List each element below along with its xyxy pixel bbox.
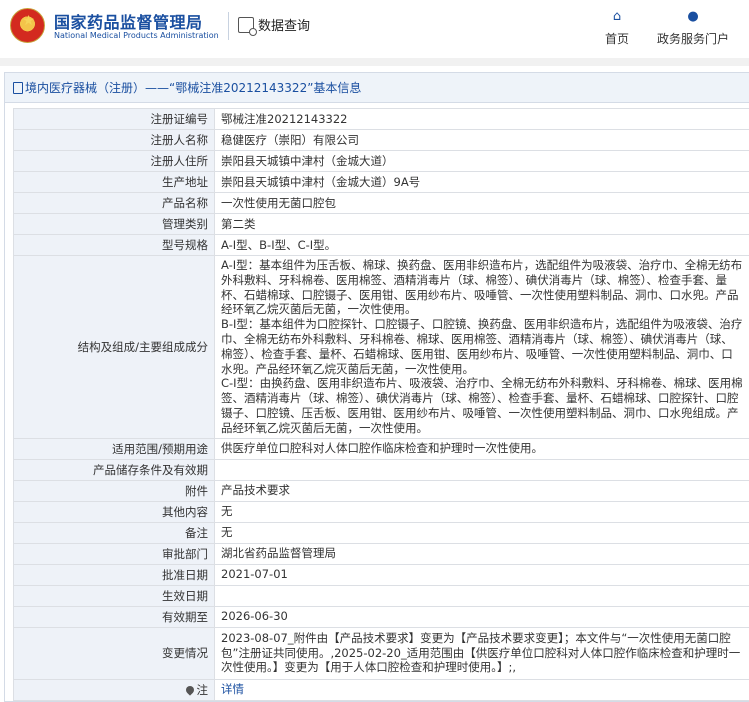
user-icon: ● [687, 9, 699, 24]
row-label: 产品名称 [13, 192, 215, 214]
table-row: 型号规格 A-Ⅰ型、B-Ⅰ型、C-Ⅰ型。 [13, 234, 749, 256]
table-row: 备注无 [13, 521, 749, 544]
note-label-cell: 注 [13, 678, 215, 701]
panel-title-text: 境内医疗器械（注册）——“鄂械注准20212143322”基本信息 [25, 81, 362, 95]
row-value: 2021-07-01 [214, 563, 749, 586]
row-label: 变更情况 [13, 626, 215, 680]
row-value: A-Ⅰ型、B-Ⅰ型、C-Ⅰ型。 [214, 234, 749, 256]
row-label: 批准日期 [13, 563, 215, 586]
row-label: 生效日期 [13, 584, 215, 607]
detail-panel: 境内医疗器械（注册）——“鄂械注准20212143322”基本信息 注册证编号鄂… [4, 72, 749, 702]
table-row: 适用范围/预期用途 供医疗单位口腔科对人体口腔作临床检查和护理时一次性使用。 [13, 437, 749, 460]
row-value: 产品技术要求 [214, 479, 749, 502]
site-header: ★ 国家药品监督管理局 National Medical Products Ad… [0, 0, 749, 58]
row-label: 管理类别 [13, 213, 215, 235]
data-query-title: 数据查询 [238, 15, 311, 36]
row-label: 结构及组成/主要组成成分 [13, 255, 215, 439]
national-emblem-icon: ★ [10, 8, 45, 43]
row-label: 附件 [13, 479, 215, 502]
table-row: 其他内容无 [13, 500, 749, 523]
table-row: 生效日期 [13, 584, 749, 607]
table-row: 有效期至 2026-06-30 [13, 605, 749, 628]
table-row: 注册人住所 崇阳县天城镇中津村（金城大道） [13, 150, 749, 172]
row-label: 生产地址 [13, 171, 215, 193]
row-value [214, 458, 749, 481]
table-row: 结构及组成/主要组成成分 A-Ⅰ型：基本组件为压舌板、棉球、换药盘、医用非织造布片… [13, 255, 749, 439]
row-value: 无 [214, 521, 749, 544]
row-value: 稳健医疗（崇阳）有限公司 [214, 129, 749, 151]
row-value: 湖北省药品监督管理局 [214, 542, 749, 565]
table-row: 管理类别 第二类 [13, 213, 749, 235]
table-row: 产品储存条件及有效期 [13, 458, 749, 481]
data-query-icon [238, 17, 257, 36]
brand-name-en[interactable]: National Medical Products Administration [54, 31, 219, 40]
nav-home-label: 首页 [604, 32, 629, 46]
composition-value: A-Ⅰ型：基本组件为压舌板、棉球、换药盘、医用非织造布片，选配组件为吸液袋、治疗… [214, 255, 749, 439]
row-value: 供医疗单位口腔科对人体口腔作临床检查和护理时一次性使用。 [214, 437, 749, 460]
pin-icon [183, 683, 196, 696]
row-label: 型号规格 [13, 234, 215, 256]
row-value: 第二类 [214, 213, 749, 235]
row-value [214, 584, 749, 607]
table-row: 注 详情 [13, 678, 749, 701]
nav-home[interactable]: ⌂ 首页 [604, 10, 630, 47]
note-value-cell: 详情 [214, 678, 749, 701]
device-info-table: 注册证编号 鄂械注准20212143322 注册人名称 稳健医疗（崇阳）有限公司 注… [13, 108, 749, 701]
row-value: 鄂械注准20212143322 [214, 108, 749, 130]
home-icon: ⌂ [612, 9, 622, 24]
row-value: 一次性使用无菌口腔包 [214, 192, 749, 214]
table-row: 注册证编号 鄂械注准20212143322 [13, 108, 749, 130]
table-row: 产品名称 一次性使用无菌口腔包 [13, 192, 749, 214]
row-label: 产品储存条件及有效期 [13, 458, 215, 481]
table-row: 批准日期 2021-07-01 [13, 563, 749, 586]
row-label: 有效期至 [13, 605, 215, 628]
table-row: 变更情况 2023-08-07_附件由【产品技术要求】变更为【产品技术要求变更】；… [13, 626, 749, 680]
row-value: 崇阳县天城镇中津村（金城大道） [214, 150, 749, 172]
nav-gov-label: 政务服务门户 [656, 32, 729, 46]
table-row: 附件 产品技术要求 [13, 479, 749, 502]
row-label: 适用范围/预期用途 [13, 437, 215, 460]
data-query-label: 数据查询 [258, 19, 311, 34]
row-label: 注册人住所 [13, 150, 215, 172]
row-value: 崇阳县天城镇中津村（金城大道）9A号 [214, 171, 749, 193]
row-label: 注册证编号 [13, 108, 215, 130]
table-row: 注册人名称 稳健医疗（崇阳）有限公司 [13, 129, 749, 151]
row-label: 注册人名称 [13, 129, 215, 151]
details-link[interactable]: 详情 [221, 682, 244, 696]
row-label: 其他内容 [13, 500, 215, 523]
table-row: 审批部门 湖北省药品监督管理局 [13, 542, 749, 565]
panel-title: 境内医疗器械（注册）——“鄂械注准20212143322”基本信息 [5, 73, 749, 103]
document-icon [13, 82, 23, 94]
header-separator [0, 58, 749, 66]
change-history-value: 2023-08-07_附件由【产品技术要求】变更为【产品技术要求变更】；本文件与… [214, 626, 749, 680]
header-divider [228, 12, 229, 40]
nav-gov-service-portal[interactable]: ● 政务服务门户 [656, 10, 730, 47]
row-value: 2026-06-30 [214, 605, 749, 628]
row-label: 备注 [13, 521, 215, 544]
brand-name-cn[interactable]: 国家药品监督管理局 [54, 9, 203, 33]
row-label: 注 [196, 682, 209, 697]
row-label: 审批部门 [13, 542, 215, 565]
table-row: 生产地址 崇阳县天城镇中津村（金城大道）9A号 [13, 171, 749, 193]
row-value: 无 [214, 500, 749, 523]
